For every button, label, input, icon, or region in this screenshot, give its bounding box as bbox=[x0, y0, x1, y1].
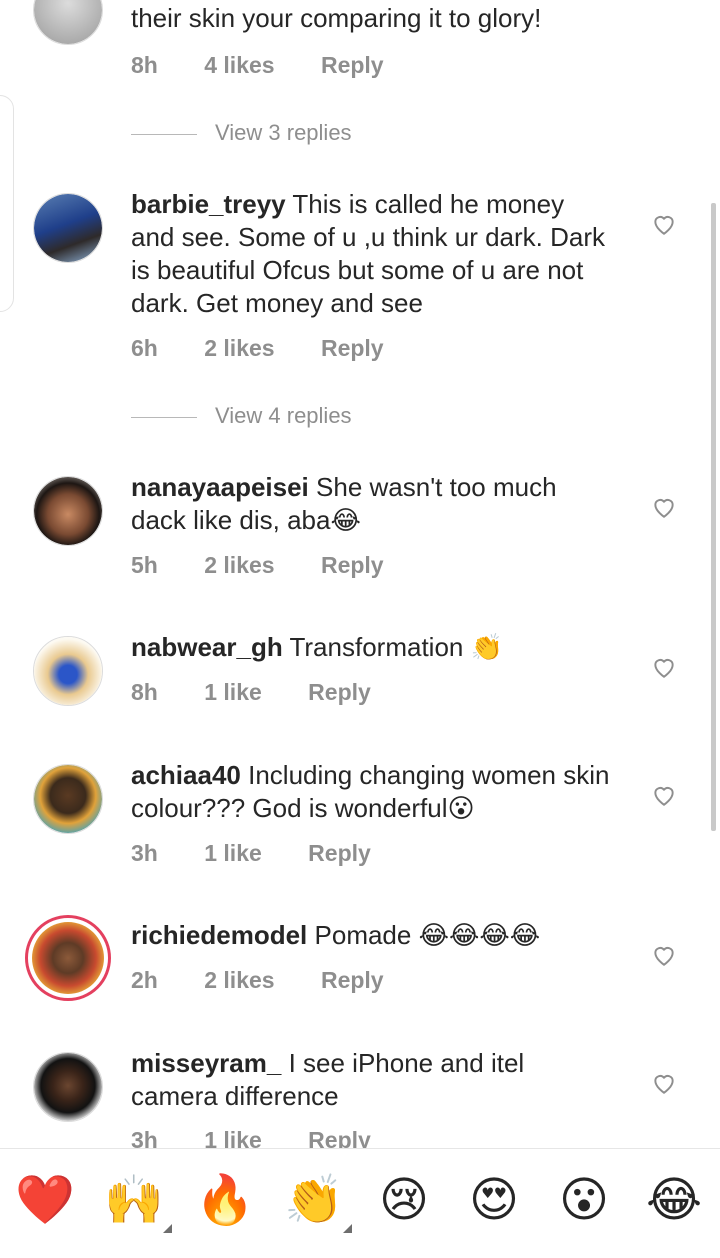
reply-button[interactable]: Reply bbox=[308, 679, 371, 706]
comment-likes[interactable]: 1 like bbox=[204, 840, 262, 867]
fire-emoji-button[interactable]: 🔥 bbox=[195, 1171, 255, 1231]
divider bbox=[131, 416, 197, 418]
reply-button[interactable]: Reply bbox=[321, 335, 384, 362]
comment-time: 5h bbox=[131, 552, 158, 578]
comment-username[interactable]: achiaa40 bbox=[131, 760, 241, 790]
comments-list[interactable]: their skin your comparing it to glory! 8… bbox=[0, 0, 720, 1148]
like-heart-icon[interactable] bbox=[651, 654, 677, 680]
comment-username[interactable]: barbie_treyy bbox=[131, 189, 286, 219]
comment-username[interactable]: nanayaapeisei bbox=[131, 472, 309, 502]
avatar[interactable] bbox=[33, 764, 103, 834]
comment-text: misseyram_ I see iPhone and itel camera … bbox=[131, 1048, 525, 1111]
comment-text: barbie_treyy This is called he money and… bbox=[131, 189, 606, 318]
avatar[interactable] bbox=[33, 0, 103, 45]
comment-text: richiedemodel Pomade 😂😂😂😂 bbox=[131, 920, 541, 950]
avatar-story-ring[interactable] bbox=[25, 915, 111, 1001]
divider bbox=[131, 133, 197, 135]
crying-face-emoji-button[interactable]: 😢 bbox=[374, 1171, 434, 1231]
comment-time: 8h bbox=[131, 679, 158, 705]
comment-text: their skin your comparing it to glory! bbox=[131, 3, 542, 33]
like-heart-icon[interactable] bbox=[651, 942, 677, 968]
skin-tone-indicator-icon bbox=[343, 1224, 352, 1233]
comment-time: 3h bbox=[131, 840, 158, 866]
tears-of-joy-emoji-button[interactable]: 😂 bbox=[644, 1171, 704, 1231]
quick-reactions-bar: ❤️ 🙌 🔥 👏 😢 😍 😮 😂 bbox=[0, 1148, 720, 1258]
comment-time: 3h bbox=[131, 1127, 158, 1148]
comment-text: nanayaapeisei She wasn't too much dack l… bbox=[131, 472, 557, 535]
comment-likes[interactable]: 4 likes bbox=[204, 52, 274, 79]
comment-username[interactable]: nabwear_gh bbox=[131, 632, 283, 662]
avatar[interactable] bbox=[33, 476, 103, 546]
reply-button[interactable]: Reply bbox=[321, 552, 384, 579]
heart-emoji-button[interactable]: ❤️ bbox=[15, 1171, 75, 1231]
like-heart-icon[interactable] bbox=[651, 211, 677, 237]
comment-username[interactable]: richiedemodel bbox=[131, 920, 307, 950]
like-heart-icon[interactable] bbox=[651, 782, 677, 808]
avatar[interactable] bbox=[33, 636, 103, 706]
skin-tone-indicator-icon bbox=[163, 1224, 172, 1233]
view-replies-button[interactable]: View 4 replies bbox=[131, 403, 352, 429]
heart-eyes-emoji-button[interactable]: 😍 bbox=[464, 1171, 524, 1231]
side-tab bbox=[0, 95, 14, 312]
raising-hands-emoji-button[interactable]: 🙌 bbox=[104, 1171, 172, 1233]
scrollbar[interactable] bbox=[711, 203, 716, 831]
reply-button[interactable]: Reply bbox=[308, 1127, 371, 1148]
reply-button[interactable]: Reply bbox=[321, 967, 384, 994]
comment-likes[interactable]: 2 likes bbox=[204, 335, 274, 362]
avatar[interactable] bbox=[33, 193, 103, 263]
comment-likes[interactable]: 2 likes bbox=[204, 967, 274, 994]
comment-likes[interactable]: 2 likes bbox=[204, 552, 274, 579]
comment-time: 6h bbox=[131, 335, 158, 361]
reply-button[interactable]: Reply bbox=[308, 840, 371, 867]
view-replies-button[interactable]: View 3 replies bbox=[131, 120, 352, 146]
comment-time: 8h bbox=[131, 52, 158, 78]
comment-text: achiaa40 Including changing women skin c… bbox=[131, 760, 610, 823]
comment-likes[interactable]: 1 like bbox=[204, 679, 262, 706]
comment-username[interactable]: misseyram_ bbox=[131, 1048, 281, 1078]
reply-button[interactable]: Reply bbox=[321, 52, 384, 79]
like-heart-icon[interactable] bbox=[651, 494, 677, 520]
comment-text: nabwear_gh Transformation 👏 bbox=[131, 632, 503, 662]
surprised-face-emoji-button[interactable]: 😮 bbox=[554, 1171, 614, 1231]
comment-time: 2h bbox=[131, 967, 158, 993]
like-heart-icon[interactable] bbox=[651, 1070, 677, 1096]
comment-likes[interactable]: 1 like bbox=[204, 1127, 262, 1148]
clapping-hands-emoji-button[interactable]: 👏 bbox=[284, 1171, 352, 1233]
avatar[interactable] bbox=[33, 1052, 103, 1122]
